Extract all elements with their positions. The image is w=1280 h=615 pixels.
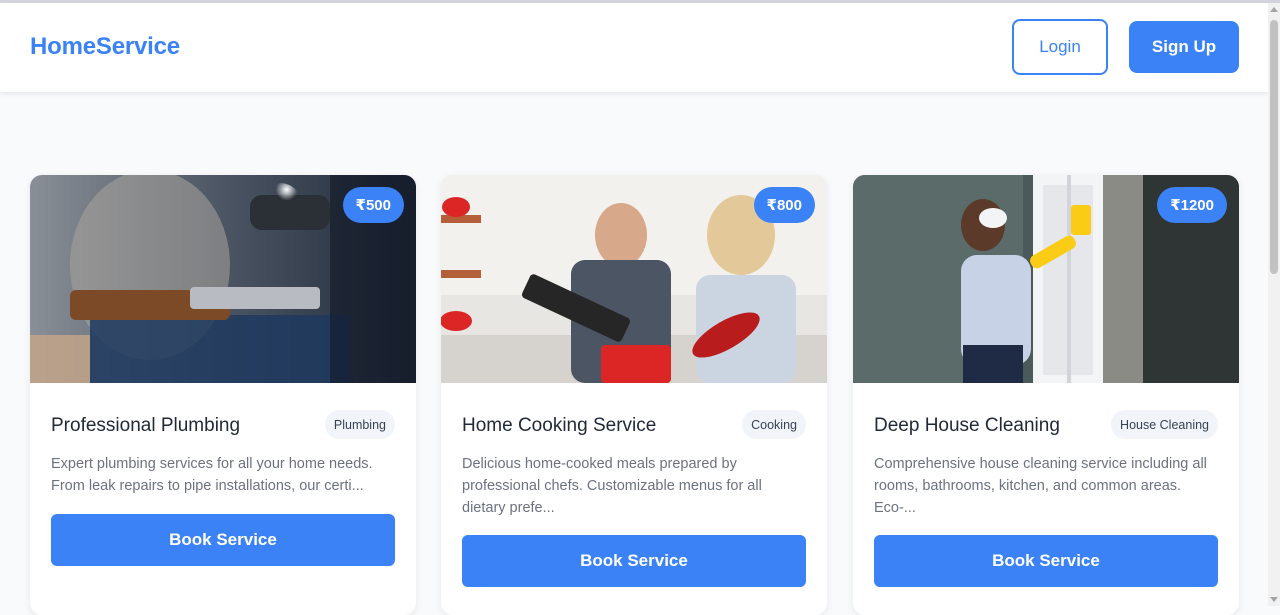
book-service-button[interactable]: Book Service [51, 514, 395, 566]
price-badge: ₹1200 [1157, 187, 1227, 223]
category-tag: Cooking [742, 410, 806, 439]
category-tag: House Cleaning [1111, 410, 1218, 439]
service-description: Expert plumbing services for all your ho… [51, 456, 373, 494]
service-title: Professional Plumbing [51, 415, 241, 436]
vertical-scrollbar[interactable] [1268, 3, 1280, 606]
book-service-button[interactable]: Book Service [874, 535, 1218, 587]
login-button[interactable]: Login [1012, 19, 1108, 75]
navbar: HomeService Login Sign Up [0, 3, 1268, 92]
service-title: Home Cooking Service [462, 415, 657, 436]
service-card-cleaning: ₹1200 Deep House Cleaning House Cleaning… [853, 175, 1239, 615]
service-image-cleaning: ₹1200 [853, 175, 1239, 383]
price-badge: ₹500 [342, 187, 404, 223]
service-card-plumbing: ₹500 Professional Plumbing Plumbing Expe… [30, 175, 416, 615]
scroll-up-arrow-icon[interactable] [1270, 7, 1278, 12]
service-image-plumbing: ₹500 [30, 175, 416, 383]
service-description: Delicious home-cooked meals prepared by … [462, 456, 762, 516]
price-badge: ₹800 [753, 187, 815, 223]
service-image-cooking: ₹800 [441, 175, 827, 383]
service-card-cooking: ₹800 Home Cooking Service Cooking Delici… [441, 175, 827, 615]
book-service-button[interactable]: Book Service [462, 535, 806, 587]
service-title: Deep House Cleaning [874, 415, 1060, 436]
category-tag: Plumbing [324, 410, 395, 439]
scrollbar-thumb[interactable] [1270, 20, 1278, 274]
brand-logo[interactable]: HomeService [30, 33, 180, 61]
service-description: Comprehensive house cleaning service inc… [874, 456, 1207, 516]
scroll-down-arrow-icon[interactable] [1270, 597, 1278, 602]
signup-button[interactable]: Sign Up [1129, 21, 1239, 73]
